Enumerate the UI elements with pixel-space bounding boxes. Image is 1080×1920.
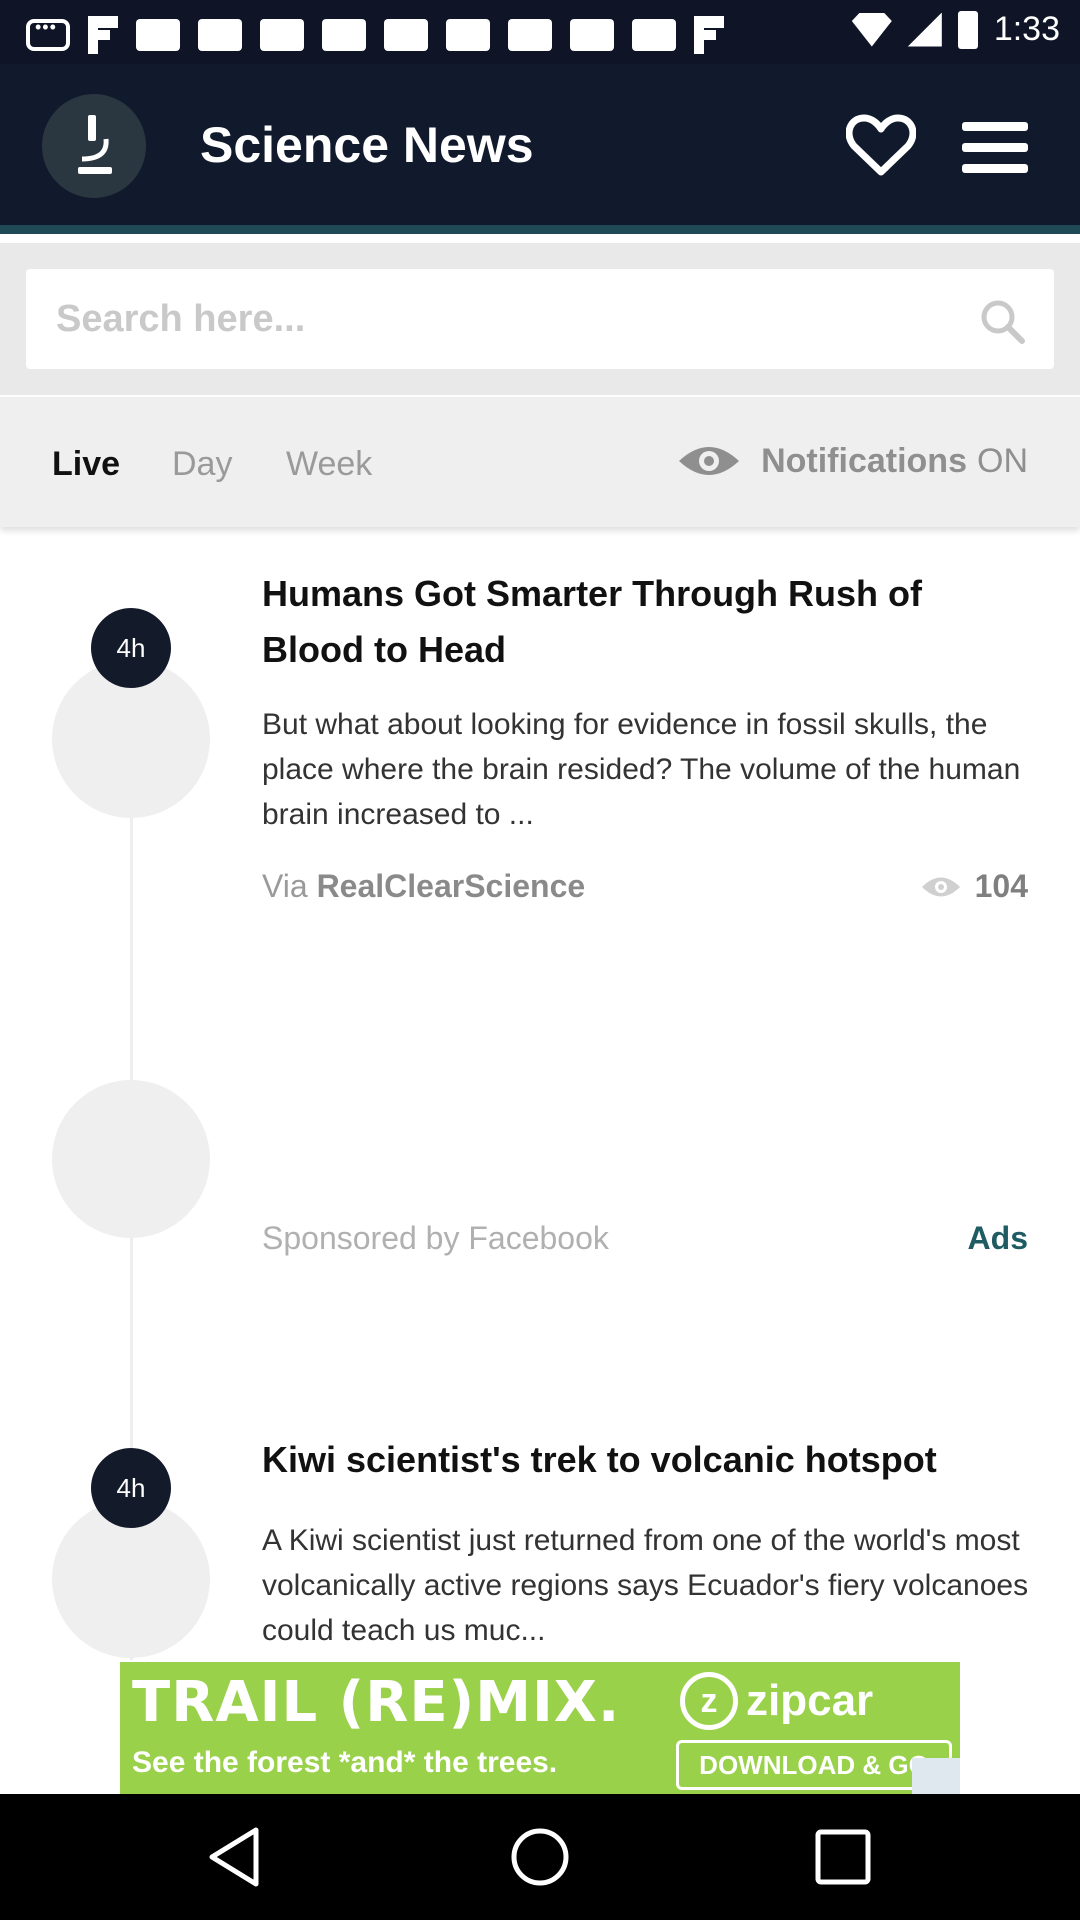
back-icon[interactable] [202,1822,272,1892]
home-icon[interactable] [505,1822,575,1892]
view-count: 104 [921,868,1028,905]
notification-icon [384,19,428,51]
filter-bar: Live Day Week Notifications ON [0,397,1080,527]
clock: 1:33 [993,10,1060,48]
views-number: 104 [974,868,1028,904]
article-summary[interactable]: A Kiwi scientist just returned from one … [262,1518,1032,1646]
notification-icon [136,19,180,51]
time-badge: 4h [91,1448,171,1528]
ad-banner: TRAIL (RE)MIX. See the forest *and* the … [0,1662,1080,1794]
recents-icon[interactable] [808,1822,878,1892]
search-section [0,243,1080,395]
zipcar-logo-icon: z [680,1672,738,1730]
notifications-label: Notifications [761,441,967,480]
ad-brand: z zipcar [680,1672,873,1730]
ad-download-button[interactable]: DOWNLOAD & GO [676,1740,952,1790]
sponsored-thumbnail[interactable] [52,1080,210,1238]
article-title[interactable]: Humans Got Smarter Through Rush of Blood… [262,566,1032,678]
status-bar: 1:33 [0,0,1080,64]
ad-brand-name: zipcar [746,1676,874,1725]
notifications-state: ON [977,441,1028,480]
tab-week[interactable]: Week [286,445,372,484]
notification-icons [26,16,724,54]
signal-icon [907,12,942,47]
time-badge: 4h [91,608,171,688]
app-title: Science News [200,117,534,173]
navigation-bar [0,1794,1080,1920]
chat-notification-icon [26,17,70,51]
app-bar-divider [0,225,1080,234]
notification-icon [322,19,366,51]
article-summary[interactable]: But what about looking for evidence in f… [262,702,1032,837]
app-bar: Science News [0,64,1080,234]
source-name: RealClearScience [316,868,586,904]
notification-icon [508,19,552,51]
search-icon[interactable] [978,297,1026,345]
via-prefix: Via [262,868,308,904]
adchoices-icon[interactable] [912,1758,960,1794]
notifications-toggle[interactable]: Notifications ON [677,441,1028,481]
tab-day[interactable]: Day [172,445,232,484]
ads-link[interactable]: Ads [968,1220,1028,1257]
article-source[interactable]: Via RealClearScience [262,868,585,905]
ad-subline: See the forest *and* the trees. [132,1746,558,1779]
notification-icon [632,19,676,51]
tab-live[interactable]: Live [52,445,120,484]
sponsored-label: Sponsored by Facebook [262,1220,609,1256]
notification-icon [198,19,242,51]
notification-icon [570,19,614,51]
flipboard-notification-icon [694,16,724,54]
favorites-heart-icon[interactable] [846,114,916,178]
notification-icon [260,19,304,51]
menu-icon[interactable] [962,122,1028,174]
ad-headline: TRAIL (RE)MIX. [132,1670,621,1735]
zipcar-ad[interactable]: TRAIL (RE)MIX. See the forest *and* the … [120,1662,960,1794]
battery-icon [957,10,978,49]
system-indicators: 1:33 [851,10,1060,49]
microscope-logo-icon[interactable] [42,94,146,198]
views-eye-icon [921,877,960,896]
eye-icon [679,447,740,475]
flipboard-notification-icon [88,16,118,54]
wifi-icon [851,12,892,47]
search-input[interactable] [56,291,956,347]
article-title[interactable]: Kiwi scientist's trek to volcanic hotspo… [262,1432,1032,1488]
notification-icon [446,19,490,51]
search-box[interactable] [26,269,1054,369]
